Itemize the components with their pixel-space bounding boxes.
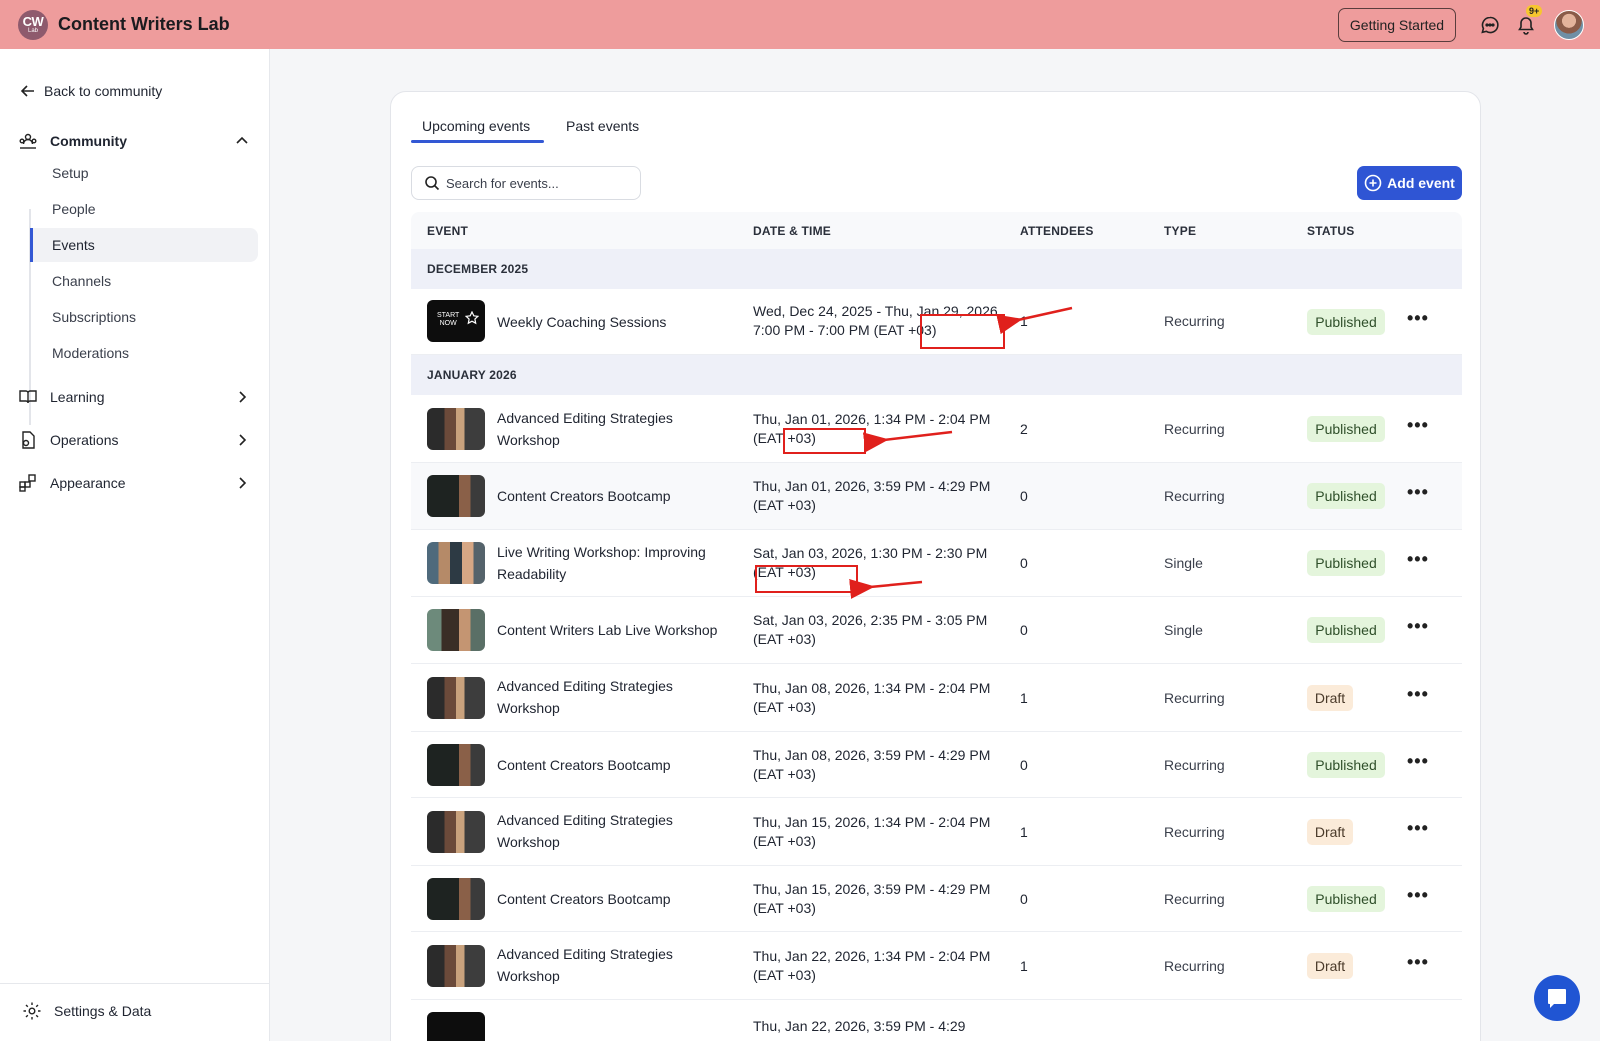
annotation-arrows xyxy=(849,306,1073,599)
arrow-icon xyxy=(862,430,953,453)
chat-launcher-button[interactable] xyxy=(1534,975,1580,1021)
arrow-icon xyxy=(996,306,1073,335)
arrow-icon xyxy=(849,578,923,599)
message-icon xyxy=(1548,989,1566,1008)
